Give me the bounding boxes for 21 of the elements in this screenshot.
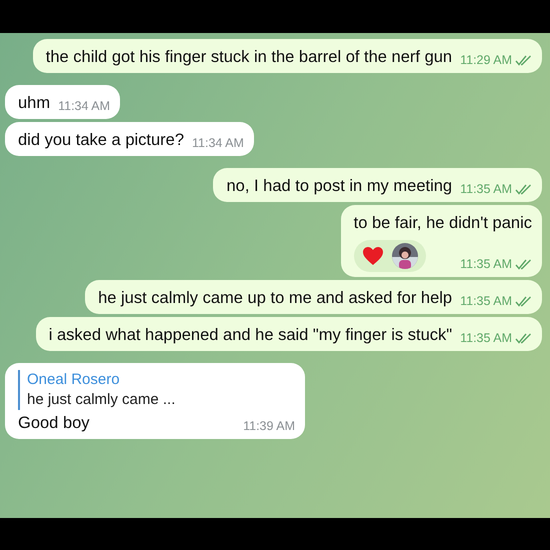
message-text: did you take a picture? — [18, 130, 184, 151]
message-text: he just calmly came up to me and asked for help — [98, 288, 452, 309]
message-text: to be fair, he didn't panic — [354, 213, 532, 234]
message-text: Good boy — [18, 413, 90, 434]
reply-sender-name: Oneal Rosero — [27, 370, 121, 390]
message-time: 11:35 AM — [460, 181, 512, 197]
message-text: the child got his finger stuck in the barrel of the nerf gun — [46, 47, 452, 68]
message-time: 11:39 AM — [243, 418, 295, 434]
heart-icon[interactable] — [362, 246, 384, 266]
message-time: 11:35 AM — [460, 256, 512, 272]
message-time: 11:34 AM — [58, 98, 110, 114]
message-time: 11:35 AM — [460, 293, 512, 309]
reactions-pill[interactable] — [354, 240, 426, 272]
message-time: 11:35 AM — [460, 330, 512, 346]
message-time: 11:34 AM — [192, 135, 244, 151]
message-time: 11:29 AM — [460, 52, 512, 68]
message-text: no, I had to post in my meeting — [226, 176, 452, 197]
message-text: i asked what happened and he said "my finger is stuck" — [48, 325, 452, 346]
reply-quote[interactable]: Oneal Rosero he just calmly came ... — [18, 370, 295, 410]
reply-quote-text: he just calmly came ... — [27, 390, 176, 410]
message-text: uhm — [18, 93, 50, 114]
